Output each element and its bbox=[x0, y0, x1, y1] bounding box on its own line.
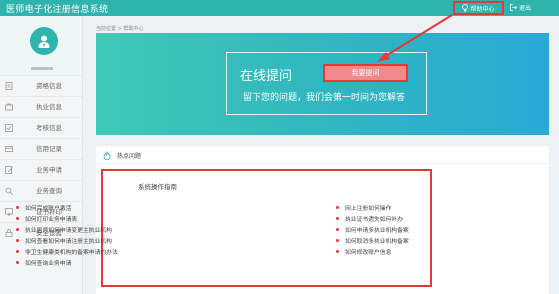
question-link-text: 如何完成账户激活 bbox=[25, 206, 72, 212]
question-link[interactable]: 如何查看如何申请注册主执业机构 bbox=[13, 236, 118, 247]
right-link-list: 网上注册如何操作 执业证书遗失如何补办 如何申请多执业机构备案 如何取消多执业机… bbox=[333, 203, 409, 258]
hot-questions-card: 热点问题 系统操作指南 bbox=[96, 146, 549, 294]
search-doc-icon bbox=[5, 187, 13, 195]
left-link-list: 如何完成账户激活 如何打印业务申请表 执业医师如何申请变更主执业机构 如何查看如… bbox=[13, 203, 118, 269]
bullet-dot bbox=[16, 228, 19, 231]
bullet-dot bbox=[336, 228, 339, 231]
question-link[interactable]: 如何取消多执业机构备案 bbox=[333, 236, 409, 247]
question-link[interactable]: 非卫生健康类机构的备案申请的办法 bbox=[13, 247, 118, 258]
sidebar-item-query[interactable]: 业务查询 bbox=[0, 180, 82, 201]
bullet-dot bbox=[16, 250, 19, 253]
question-link[interactable]: 执业医师如何申请变更主执业机构 bbox=[13, 225, 118, 236]
question-link-text: 如何申请多执业机构备案 bbox=[345, 228, 409, 234]
credit-card-icon bbox=[5, 146, 13, 152]
profile-panel bbox=[0, 16, 82, 75]
bullet-dot bbox=[16, 217, 19, 220]
sidebar-item-credit[interactable]: 信用记录 bbox=[0, 138, 82, 159]
bullet-dot bbox=[336, 217, 339, 220]
bullet-dot bbox=[336, 206, 339, 209]
avatar[interactable] bbox=[30, 27, 58, 55]
edit-form-icon bbox=[5, 166, 13, 174]
question-link-text: 非卫生健康类机构的备案申请的办法 bbox=[25, 250, 118, 256]
top-bar: 医师电子化注册信息系统 帮助中心 退出 bbox=[0, 0, 559, 16]
card-title: 热点问题 bbox=[117, 153, 142, 160]
bullet-dot bbox=[16, 261, 19, 264]
briefcase-icon bbox=[5, 103, 13, 111]
help-center-button[interactable]: 帮助中心 bbox=[453, 1, 504, 15]
lock-icon bbox=[5, 229, 13, 237]
question-link-text: 如何查询业务申请 bbox=[25, 261, 72, 267]
app-title: 医师电子化注册信息系统 bbox=[6, 5, 109, 15]
card-header: 热点问题 bbox=[96, 146, 549, 164]
username-placeholder bbox=[31, 67, 53, 70]
doctor-avatar-icon bbox=[38, 35, 50, 48]
question-link[interactable]: 如何修改账户信息 bbox=[333, 247, 409, 258]
banner-title: 在线提问 bbox=[240, 69, 293, 84]
sidebar-item-assessment[interactable]: 考核信息 bbox=[0, 117, 82, 138]
sidebar-item-label: 执业信息 bbox=[36, 103, 62, 111]
sidebar-item-label: 考核信息 bbox=[36, 124, 62, 132]
question-link-text: 执业证书遗失如何补办 bbox=[345, 217, 403, 223]
lightbulb-icon bbox=[462, 4, 469, 12]
sidebar-item-label: 业务查询 bbox=[36, 187, 62, 195]
bullet-dot bbox=[336, 250, 339, 253]
question-link[interactable]: 如何打印业务申请表 bbox=[13, 214, 118, 225]
question-link-text: 执业医师如何申请变更主执业机构 bbox=[25, 228, 112, 234]
question-link[interactable]: 执业证书遗失如何补办 bbox=[333, 214, 409, 225]
flame-icon bbox=[103, 151, 111, 160]
question-link-text: 如何取消多执业机构备案 bbox=[345, 239, 409, 245]
online-question-banner: 在线提问 我要提问 留下您的问题，我们会第一时间为您解答 bbox=[96, 33, 549, 135]
sidebar-item-practice[interactable]: 执业信息 bbox=[0, 96, 82, 117]
sidebar-item-label: 信用记录 bbox=[36, 145, 62, 153]
bullet-dot bbox=[16, 206, 19, 209]
checklist-icon bbox=[5, 124, 13, 132]
question-link-text: 如何打印业务申请表 bbox=[25, 217, 78, 223]
sidebar-item-label: 资格信息 bbox=[36, 82, 62, 90]
certificate-icon bbox=[5, 208, 13, 216]
logout-icon bbox=[510, 4, 517, 11]
bullet-dot bbox=[336, 239, 339, 242]
question-link[interactable]: 如何完成账户激活 bbox=[13, 203, 118, 214]
guide-title: 系统操作指南 bbox=[138, 183, 177, 191]
question-link-text: 如何查看如何申请注册主执业机构 bbox=[25, 239, 112, 245]
ask-question-button[interactable]: 我要提问 bbox=[323, 64, 408, 82]
sidebar-item-qualification[interactable]: 资格信息 bbox=[0, 75, 82, 96]
banner-subtitle: 留下您的问题，我们会第一时间为您解答 bbox=[243, 93, 406, 103]
question-link[interactable]: 网上注册如何操作 bbox=[333, 203, 409, 214]
banner-frame: 在线提问 我要提问 留下您的问题，我们会第一时间为您解答 bbox=[226, 52, 427, 115]
question-link[interactable]: 如何申请多执业机构备案 bbox=[333, 225, 409, 236]
breadcrumb: 当前位置 > 帮助中心 bbox=[96, 26, 144, 32]
sidebar-item-label: 业务申请 bbox=[36, 166, 62, 174]
help-center-label: 帮助中心 bbox=[470, 5, 495, 13]
bullet-dot bbox=[16, 239, 19, 242]
logout-label: 退出 bbox=[519, 5, 532, 12]
question-link[interactable]: 如何查询业务申请 bbox=[13, 258, 118, 269]
logout-button[interactable]: 退出 bbox=[510, 3, 531, 12]
sidebar-item-application[interactable]: 业务申请 bbox=[0, 159, 82, 180]
document-icon bbox=[5, 82, 13, 90]
question-link-text: 如何修改账户信息 bbox=[345, 250, 392, 256]
question-link-text: 网上注册如何操作 bbox=[345, 206, 392, 212]
